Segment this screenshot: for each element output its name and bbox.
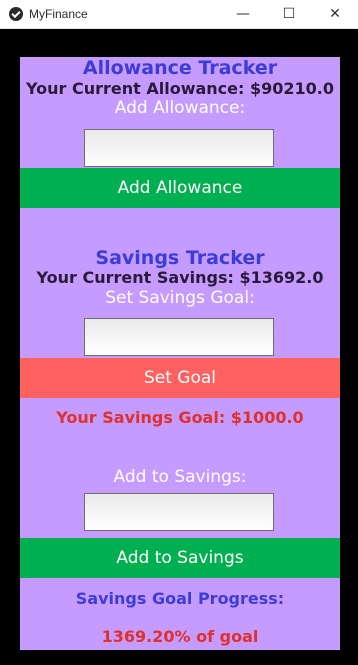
add-allowance-button[interactable]: Add Allowance <box>20 168 340 208</box>
close-icon: ✕ <box>329 6 341 22</box>
set-goal-button[interactable]: Set Goal <box>20 358 340 398</box>
set-savings-goal-label: Set Savings Goal: <box>105 288 255 308</box>
close-button[interactable]: ✕ <box>312 0 358 28</box>
savings-goal-text: Your Savings Goal: $1000.0 <box>56 408 304 427</box>
current-savings-text: Your Current Savings: $13692.0 <box>36 268 324 287</box>
window-controls: — ☐ ✕ <box>220 0 358 28</box>
add-to-savings-button[interactable]: Add to Savings <box>20 538 340 578</box>
add-to-savings-label: Add to Savings: <box>113 467 247 487</box>
title-bar: MyFinance — ☐ ✕ <box>0 0 358 29</box>
window-title: MyFinance <box>29 7 88 21</box>
allowance-heading: Allowance Tracker <box>82 57 278 79</box>
savings-progress-label: Savings Goal Progress: <box>75 589 285 608</box>
add-allowance-label: Add Allowance: <box>114 98 246 118</box>
allowance-input[interactable] <box>84 129 274 167</box>
minimize-button[interactable]: — <box>220 0 266 28</box>
maximize-icon: ☐ <box>282 6 296 22</box>
maximize-button[interactable]: ☐ <box>266 0 312 28</box>
savings-heading: Savings Tracker <box>95 247 265 269</box>
finance-panel: Allowance Tracker Your Current Allowance… <box>20 57 340 650</box>
minimize-icon: — <box>236 6 250 22</box>
savings-progress-value: 1369.20% of goal <box>101 627 259 646</box>
current-allowance-text: Your Current Allowance: $90210.0 <box>26 79 334 98</box>
app-logo-icon <box>9 7 23 21</box>
add-savings-input[interactable] <box>84 493 274 531</box>
savings-goal-input[interactable] <box>84 318 274 356</box>
